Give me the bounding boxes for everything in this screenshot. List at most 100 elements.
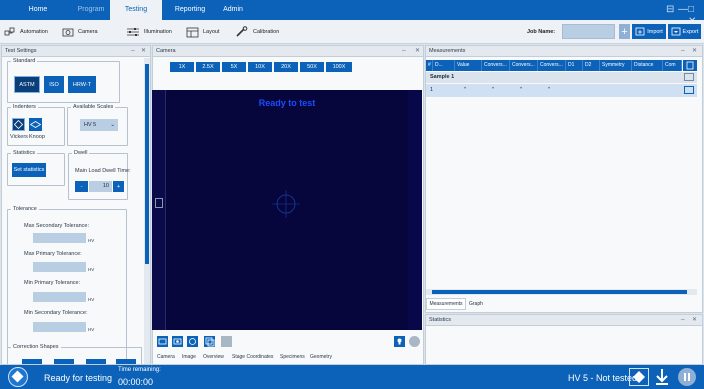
tab-image[interactable]: Image (182, 354, 196, 360)
horizontal-scrollbar[interactable] (426, 289, 697, 295)
zoom-5x-button[interactable]: 5X (222, 62, 246, 72)
zoom-1x-button[interactable]: 1X (170, 62, 194, 72)
column-header[interactable]: Com (663, 60, 682, 71)
layout-button[interactable]: Layout (186, 20, 220, 44)
tab-overview[interactable]: Overview (203, 354, 224, 360)
ready-overlay-text: Ready to test (258, 98, 316, 108)
gallery-button[interactable] (204, 336, 215, 347)
illumination-button[interactable]: Illumination (126, 20, 172, 44)
light-button[interactable] (394, 336, 405, 347)
zoom-50x-button[interactable]: 50X (300, 62, 324, 72)
close-panel-icon[interactable]: ✕ (692, 315, 697, 326)
column-header[interactable]: D... (433, 60, 455, 71)
expand-handle-icon[interactable] (155, 198, 163, 208)
column-chooser-button[interactable] (683, 60, 697, 71)
correction-shapes-legend: Correction Shapes (13, 344, 59, 350)
indenter-status-button[interactable] (629, 368, 649, 386)
column-header[interactable]: Convers... (538, 60, 566, 71)
minimize-icon[interactable]: — (678, 4, 688, 16)
pin-icon[interactable]: ⇔ (401, 46, 407, 57)
max-primary-input[interactable] (33, 262, 86, 272)
knoop-button[interactable] (29, 118, 42, 131)
max-primary-unit: HV (88, 267, 95, 272)
scale-dropdown[interactable]: HV 5 ⌄ (80, 119, 118, 131)
camera-viewport[interactable]: Ready to test (152, 90, 422, 330)
statistics-panel: Statistics ⇔ ✕ (425, 314, 703, 365)
tab-reporting[interactable]: Reporting (165, 0, 215, 20)
knoop-diamond-icon (30, 121, 41, 128)
tab-graph[interactable]: Graph (469, 301, 483, 307)
zoom-2-5x-button[interactable]: 2.5X (196, 62, 220, 72)
close-panel-icon[interactable]: ✕ (692, 46, 697, 57)
job-name-input[interactable] (562, 24, 615, 39)
capture-button[interactable] (172, 336, 183, 347)
tab-camera[interactable]: Camera (157, 354, 175, 360)
pause-button[interactable] (678, 368, 696, 386)
tab-home[interactable]: Home (18, 0, 58, 20)
pin-icon[interactable]: ⇔ (130, 46, 136, 57)
measurements-title: Measurements (426, 46, 702, 57)
tab-admin[interactable]: Admin (218, 0, 248, 20)
min-primary-label: Min Primary Tolerance: (24, 280, 81, 286)
job-name-label: Job Name: (527, 29, 556, 35)
settings-round-button[interactable] (409, 336, 420, 347)
row-dot: • (464, 86, 467, 92)
zoom-10x-button[interactable]: 10X (248, 62, 272, 72)
tab-stage-coordinates[interactable]: Stage Coordinates (232, 354, 273, 360)
pin-icon[interactable]: ⇔ (680, 315, 686, 326)
tab-geometry[interactable]: Geometry (310, 354, 332, 360)
status-indicator (8, 367, 28, 387)
horizontal-scrollbar-thumb[interactable] (432, 290, 687, 294)
add-icon[interactable]: + (619, 24, 630, 39)
row-options-icon[interactable] (684, 86, 694, 94)
statistics-title: Statistics (426, 315, 702, 326)
max-secondary-input[interactable] (33, 233, 86, 243)
zoom-20x-button[interactable]: 20X (274, 62, 298, 72)
vickers-button[interactable] (12, 118, 25, 131)
tab-measurements[interactable]: Measurements (426, 298, 466, 310)
column-header[interactable]: Value (455, 60, 482, 71)
column-header[interactable]: # (426, 60, 433, 71)
status-text: Ready for testing (44, 373, 113, 383)
column-header[interactable]: Symmetry (600, 60, 632, 71)
column-header[interactable]: Convers... (482, 60, 510, 71)
statistics-legend: Statistics (13, 150, 36, 156)
tab-specimens[interactable]: Specimens (280, 354, 305, 360)
settings-scrollbar[interactable] (144, 58, 150, 364)
set-statistics-button[interactable]: Set statistics (12, 163, 46, 177)
close-panel-icon[interactable]: ✕ (415, 46, 420, 57)
settings-scrollbar-thumb[interactable] (145, 64, 149, 264)
diamond-icon (11, 370, 24, 383)
dwell-minus-button[interactable]: - (75, 181, 88, 192)
column-header[interactable]: Distance (632, 60, 663, 71)
pin-icon[interactable]: ⇔ (680, 46, 686, 57)
iso-button[interactable]: ISO (44, 76, 64, 93)
zoom-100x-button[interactable]: 100X (326, 62, 352, 72)
download-button[interactable] (654, 368, 670, 386)
dwell-plus-button[interactable]: + (113, 181, 124, 192)
restore-icon[interactable]: ⊟ (666, 4, 674, 16)
export-button[interactable]: Export (668, 24, 701, 39)
min-primary-input[interactable] (33, 292, 86, 302)
column-header[interactable]: Convers... (510, 60, 538, 71)
live-view-button[interactable] (157, 336, 168, 347)
calibration-button[interactable]: Calibration (235, 20, 279, 44)
sample-options-icon[interactable] (684, 73, 694, 81)
astm-button[interactable]: ASTM (14, 76, 40, 93)
tab-testing[interactable]: Testing (110, 0, 162, 20)
close-panel-icon[interactable]: ✕ (141, 46, 146, 57)
min-secondary-input[interactable] (33, 322, 86, 332)
focus-button[interactable] (187, 336, 198, 347)
min-secondary-unit: HV (88, 327, 95, 332)
column-header[interactable]: D2 (583, 60, 600, 71)
column-header[interactable]: D1 (566, 60, 583, 71)
export-label: Export (682, 28, 699, 35)
sample-group-row[interactable]: Sample 1 (426, 72, 697, 83)
import-button[interactable]: Import (632, 24, 666, 39)
table-row[interactable]: 1 • • • • (426, 84, 697, 97)
dwell-time-input[interactable]: 10 (89, 181, 112, 192)
hrw-t-button[interactable]: HRW-T (68, 76, 96, 93)
camera-button[interactable]: Camera (62, 20, 98, 44)
disabled-tool-button[interactable] (221, 336, 232, 347)
automation-button[interactable]: Automation (4, 20, 48, 44)
